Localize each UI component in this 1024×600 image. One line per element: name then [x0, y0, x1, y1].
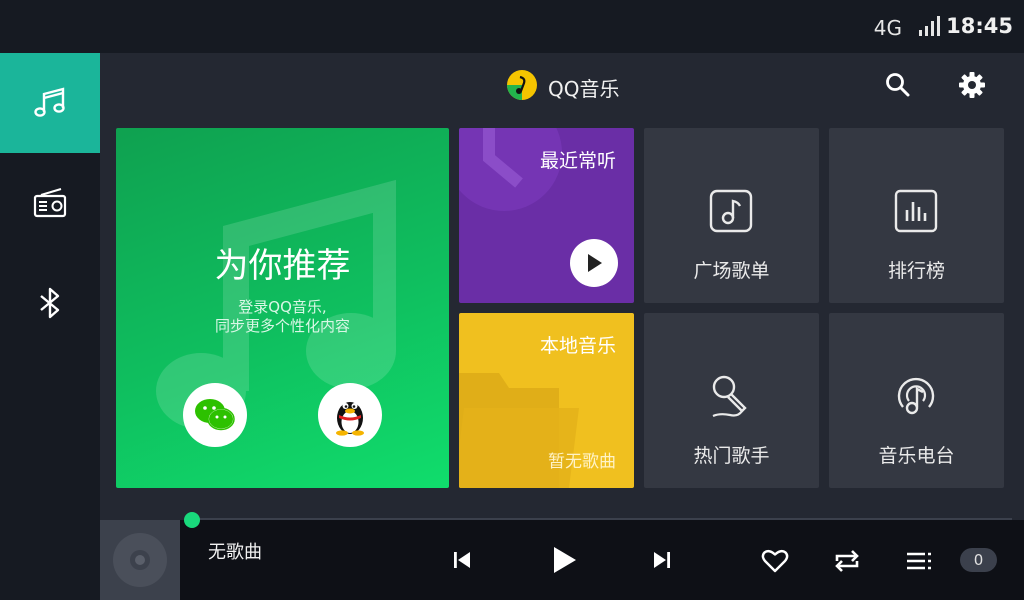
status-bar: 4G 18:45	[0, 0, 1024, 53]
progress-track[interactable]	[190, 518, 1012, 520]
queue-button[interactable]	[902, 544, 936, 578]
clock-watermark-icon	[459, 128, 562, 211]
radio-station-icon	[897, 377, 935, 415]
local-music-title: 本地音乐	[539, 335, 616, 357]
sidebar-item-bluetooth[interactable]	[0, 253, 100, 353]
progress-knob[interactable]	[184, 512, 200, 528]
next-button[interactable]	[646, 544, 678, 576]
recent-play-button[interactable]	[570, 239, 618, 287]
local-music-empty: 暂无歌曲	[548, 452, 616, 472]
qq-music-logo-icon	[507, 70, 537, 100]
play-button[interactable]	[544, 540, 584, 580]
heart-icon	[761, 549, 789, 573]
disc-icon	[113, 533, 167, 587]
album-art[interactable]	[100, 520, 180, 600]
bluetooth-icon	[40, 287, 60, 319]
hot-singers-tile[interactable]: 热门歌手	[644, 313, 819, 488]
sidebar	[0, 53, 100, 600]
recent-played-title: 最近常听	[539, 150, 616, 172]
playlist-icon	[907, 552, 931, 570]
skip-previous-icon	[454, 552, 470, 568]
player-bar: 无歌曲 0	[100, 512, 1024, 600]
repeat-icon	[835, 550, 859, 572]
song-title: 无歌曲	[208, 542, 262, 563]
settings-button[interactable]	[956, 69, 988, 101]
previous-button[interactable]	[446, 544, 478, 576]
signal-icon	[919, 16, 940, 36]
music-radio-tile[interactable]: 音乐电台	[829, 313, 1004, 488]
recommend-title: 为你推荐	[214, 246, 351, 286]
playlist-square-tile[interactable]: 广场歌单	[644, 128, 819, 303]
microphone-icon	[712, 375, 747, 418]
repeat-button[interactable]	[830, 544, 864, 578]
play-icon	[588, 254, 602, 272]
search-button[interactable]	[882, 69, 914, 101]
favorite-button[interactable]	[758, 544, 792, 578]
chart-bars-icon	[894, 189, 938, 233]
qq-login-button[interactable]	[318, 383, 382, 447]
music-note-square-icon	[709, 189, 753, 233]
skip-next-icon	[654, 552, 670, 568]
search-icon	[886, 73, 910, 97]
recommend-card[interactable]: 为你推荐 登录QQ音乐, 同步更多个性化内容	[116, 128, 449, 488]
wechat-icon	[195, 399, 235, 431]
music-radio-label: 音乐电台	[878, 445, 955, 467]
queue-count-badge: 0	[960, 548, 997, 572]
sidebar-item-radio[interactable]	[0, 153, 100, 253]
sidebar-item-music[interactable]	[0, 53, 100, 153]
local-music-card[interactable]: 本地音乐 暂无歌曲	[459, 313, 634, 488]
app-title: QQ音乐	[548, 77, 620, 101]
network-indicator: 4G	[873, 16, 902, 40]
main-content: QQ音乐 为你推荐 登录QQ音乐, 同步更多个性化内容 最近常听 本地音乐 暂无…	[100, 53, 1024, 520]
radio-icon	[33, 188, 67, 218]
playlist-square-label: 广场歌单	[693, 260, 770, 282]
charts-tile[interactable]: 排行榜	[829, 128, 1004, 303]
charts-label: 排行榜	[887, 260, 945, 282]
hot-singers-label: 热门歌手	[693, 445, 770, 467]
gear-icon	[959, 72, 985, 98]
qq-penguin-icon	[336, 402, 364, 436]
music-note-icon	[34, 87, 65, 117]
recommend-subtitle: 登录QQ音乐, 同步更多个性化内容	[214, 298, 350, 335]
recent-played-card[interactable]: 最近常听	[459, 128, 634, 303]
clock: 18:45	[946, 14, 1013, 38]
play-icon	[554, 547, 576, 573]
wechat-login-button[interactable]	[183, 383, 247, 447]
